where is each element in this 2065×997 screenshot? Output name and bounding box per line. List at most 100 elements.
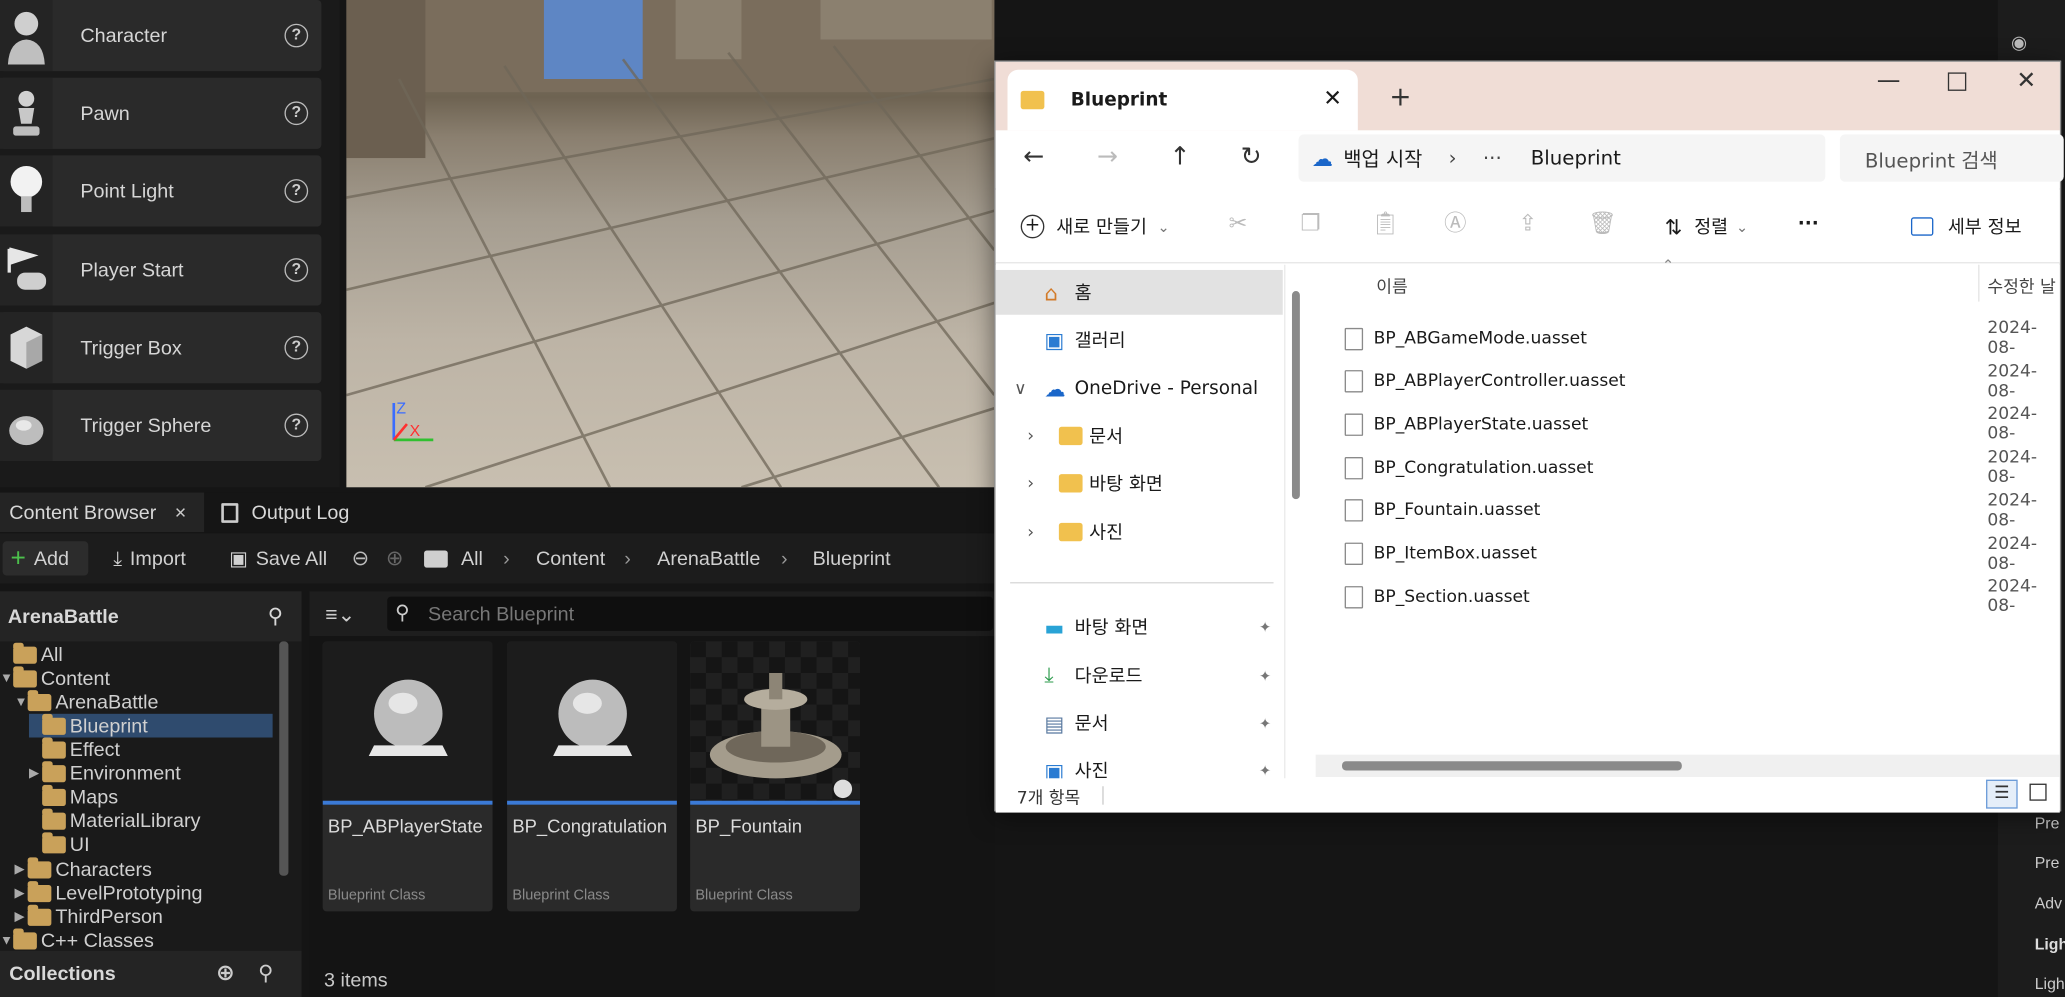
help-icon[interactable]: ? — [284, 23, 309, 48]
nav-item[interactable]: ⤓ 다운로드 ✦ — [996, 653, 1283, 698]
scrollbar-thumb[interactable] — [1342, 761, 1682, 771]
actor-item-point-light[interactable]: Point Light ? — [0, 155, 322, 227]
asset-search-input[interactable]: ⚲ Search Blueprint — [387, 596, 994, 631]
share-icon[interactable]: ⇪ — [1516, 212, 1540, 236]
eye-icon[interactable]: ◉ — [2011, 32, 2027, 54]
actor-item-character[interactable]: Character ? — [0, 0, 322, 72]
tree-item[interactable]: UI — [29, 831, 90, 856]
up-arrow-icon[interactable]: ↑ — [1169, 142, 1190, 171]
tree-item[interactable]: Effect — [29, 736, 120, 762]
new-tab-icon[interactable]: + — [1389, 80, 1411, 112]
tiles-view-icon[interactable] — [2029, 783, 2047, 801]
address-current[interactable]: Blueprint — [1531, 146, 1621, 170]
file-row[interactable]: BP_ABPlayerState.uasset 2024-08- — [1344, 405, 2060, 444]
nav-item[interactable]: ⌂ 홈 — [995, 269, 1283, 315]
forward-arrow-icon[interactable]: → — [1097, 142, 1118, 171]
nav-item[interactable]: › 바탕 화면 — [996, 461, 1283, 506]
file-row[interactable]: BP_ItemBox.uasset 2024-08- — [1344, 534, 2060, 574]
pin-icon[interactable]: ✦ — [1259, 618, 1271, 635]
add-collection-icon[interactable]: ⊕ — [216, 960, 235, 986]
expand-arrow-icon[interactable]: ▶ — [14, 862, 27, 876]
file-row[interactable]: BP_ABGameMode.uasset 2024-08- — [1344, 319, 2060, 358]
help-icon[interactable]: ? — [284, 258, 309, 282]
file-row[interactable]: BP_ABPlayerController.uasset 2024-08- — [1344, 362, 2060, 401]
cut-icon[interactable]: ✂ — [1226, 212, 1250, 236]
import-button[interactable]: ⤓ Import — [113, 541, 186, 575]
pin-icon[interactable]: ✦ — [1259, 667, 1271, 684]
actor-item-trigger-box[interactable]: Trigger Box ? — [0, 312, 322, 384]
column-header-modified[interactable]: 수정한 날 — [1987, 273, 2055, 298]
tree-item[interactable]: ▶ ThirdPerson — [14, 904, 163, 929]
pin-icon[interactable]: ✦ — [1259, 714, 1271, 731]
expand-arrow-icon[interactable]: ▼ — [0, 933, 13, 947]
actor-item-pawn[interactable]: Pawn ? — [0, 77, 322, 149]
sort-button[interactable]: ⇅ 정렬 ⌄ — [1665, 213, 1748, 239]
search-icon[interactable]: ⚲ — [268, 603, 283, 629]
tree-scrollbar[interactable] — [279, 641, 289, 876]
close-icon[interactable]: ✕ — [1323, 86, 1342, 112]
asset-card[interactable]: BP_ABPlayerState Blueprint Class — [322, 641, 493, 912]
expand-arrow-icon[interactable]: ∨ — [1014, 379, 1027, 399]
details-button[interactable]: 세부 정보 — [1910, 213, 2022, 239]
details-view-icon[interactable]: ☰ — [1986, 779, 2018, 809]
minimize-icon[interactable]: — — [1877, 67, 1901, 95]
nav-item[interactable]: ▣ 갤러리 — [996, 317, 1283, 362]
breadcrumb-item[interactable]: ArenaBattle — [657, 548, 760, 570]
tree-item[interactable]: Maps — [29, 784, 118, 809]
filter-icon[interactable]: ≡⌄ — [325, 602, 355, 628]
actor-item-trigger-sphere[interactable]: Trigger Sphere ? — [0, 389, 322, 461]
actor-item-player-start[interactable]: Player Start ? — [0, 234, 322, 306]
tree-item[interactable]: Blueprint — [28, 713, 273, 738]
tab-content-browser[interactable]: Content Browser × — [0, 492, 205, 533]
nav-item[interactable]: ▬ 바탕 화면 ✦ — [996, 605, 1283, 650]
search-icon[interactable]: ⚲ — [258, 960, 273, 986]
more-button[interactable]: ··· — [1798, 213, 1819, 234]
address-more[interactable]: ··· — [1483, 146, 1502, 170]
level-viewport[interactable]: Z X — [346, 0, 995, 488]
tree-item[interactable]: ▶ Characters — [14, 856, 152, 881]
tree-item[interactable]: ▶ Environment — [29, 760, 181, 785]
horizontal-scrollbar[interactable] — [1315, 754, 2060, 778]
nav-item[interactable]: ▤ 문서 ✦ — [996, 701, 1283, 746]
expand-arrow-icon[interactable]: ▶ — [14, 909, 27, 923]
file-row[interactable]: BP_Congratulation.uasset 2024-08- — [1344, 448, 2060, 487]
file-row[interactable]: BP_Fountain.uasset 2024-08- — [1344, 491, 2060, 530]
close-window-icon[interactable]: ✕ — [2016, 67, 2036, 95]
expand-arrow-icon[interactable]: › — [1027, 473, 1034, 493]
pin-icon[interactable]: ✦ — [1259, 762, 1271, 779]
tree-item[interactable]: ▼ C++ Classes — [0, 927, 154, 952]
expand-arrow-icon[interactable]: ▶ — [29, 766, 42, 780]
column-header-name[interactable]: 이름 — [1376, 273, 1408, 298]
help-icon[interactable]: ? — [284, 179, 309, 203]
paste-icon[interactable]: 📋︎ — [1371, 212, 1399, 236]
new-button[interactable]: + 새로 만들기 ⌄ — [1020, 213, 1170, 239]
rename-icon[interactable]: Ⓐ — [1443, 212, 1467, 236]
nav-scrollbar[interactable] — [1291, 291, 1300, 500]
tree-item[interactable]: MaterialLibrary — [29, 807, 200, 833]
maximize-icon[interactable] — [1947, 72, 1967, 91]
add-button[interactable]: + Add — [2, 541, 89, 576]
breadcrumb-item[interactable]: Content — [536, 548, 605, 570]
help-icon[interactable]: ? — [284, 101, 309, 126]
tree-item[interactable]: ▼ Content — [0, 665, 110, 690]
tree-item[interactable]: ▶ LevelPrototyping — [14, 880, 202, 905]
asset-card[interactable]: BP_Congratulation Blueprint Class — [507, 641, 677, 912]
expand-arrow-icon[interactable]: › — [1027, 522, 1034, 542]
nav-item[interactable]: › 문서 — [996, 414, 1283, 459]
address-root[interactable]: 백업 시작 — [1343, 144, 1422, 172]
tree-item[interactable]: ▼ ArenaBattle — [14, 689, 159, 714]
refresh-icon[interactable]: ↻ — [1241, 142, 1262, 171]
asset-card[interactable]: BP_Fountain Blueprint Class — [690, 641, 861, 912]
explorer-search-input[interactable]: Blueprint 검색 — [1839, 134, 2064, 182]
expand-arrow-icon[interactable]: ▶ — [14, 886, 27, 900]
breadcrumb-item[interactable]: Blueprint — [813, 548, 891, 570]
back-icon[interactable]: ⊖ — [352, 545, 370, 571]
nav-item[interactable]: › 사진 — [996, 510, 1283, 555]
tree-item[interactable]: All — [0, 642, 63, 667]
nav-item[interactable]: ∨ ☁ OneDrive - Personal — [996, 366, 1283, 411]
help-icon[interactable]: ? — [284, 335, 309, 360]
address-bar[interactable]: ☁ 백업 시작 › ··· Blueprint — [1298, 134, 1826, 182]
expand-arrow-icon[interactable]: › — [1027, 426, 1034, 446]
expand-arrow-icon[interactable]: ▼ — [0, 671, 13, 685]
delete-icon[interactable]: 🗑︎ — [1588, 212, 1616, 236]
